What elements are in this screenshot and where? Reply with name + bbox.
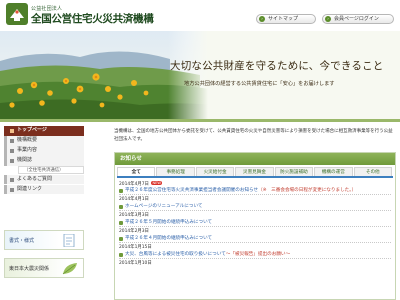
nav-item-business[interactable]: 事業内容	[4, 146, 84, 156]
arrow-square-icon	[119, 188, 123, 193]
nav-item-journal[interactable]: 機関誌	[4, 156, 84, 166]
org-name[interactable]: 全国公営住宅火災共済機構	[31, 11, 154, 26]
member-login-label: 会員ページログイン	[334, 16, 379, 22]
list-item: 2014年4月7日 NEW 平成２６年度公営住宅等火災共済事業担当者会議開催のお知…	[119, 181, 391, 195]
nav-item-label: 関連リンク	[17, 185, 43, 192]
square-bullet-icon	[10, 139, 14, 143]
emblem-icon[interactable]	[6, 3, 28, 25]
news-note: （※ 三番会会場の日程が変更になりました。）	[258, 188, 357, 193]
forms-banner-label: 書式・様式	[9, 238, 35, 244]
earthquake-banner-label: 東日本大震災関係	[9, 266, 50, 272]
square-bullet-icon	[10, 187, 14, 192]
tab-fire-benefit[interactable]: 火災給付金	[195, 167, 235, 176]
news-link[interactable]: ホームページのリニューアルについて	[119, 203, 391, 211]
list-item: 2014年1月10日	[119, 261, 391, 267]
news-panel: お知らせ 全て 事務処理 火災給付金 災害見舞金 防火施設補助 機構の運営 その…	[114, 152, 396, 300]
hero-banner: 大切な公共財産を守るために、今できること 地方公共団体の経営する公共賃貸住宅に「…	[0, 31, 400, 119]
nav-item-top[interactable]: トップページ	[4, 126, 84, 136]
nav-item-label: 事業内容	[17, 147, 38, 153]
news-title[interactable]: ホームページのリニューアルについて	[125, 204, 203, 209]
list-item: 2014年3月3日 平成２６年５月開始の継続申込みについて	[119, 213, 391, 227]
news-title[interactable]: 大災、台風等による被災住宅の取り扱いについて	[125, 252, 226, 257]
news-tabs: 全て 事務処理 火災給付金 災害見舞金 防火施設補助 機構の運営 その他	[117, 167, 393, 178]
hero-landscape-image	[0, 31, 400, 119]
news-link[interactable]: 大災、台風等による被災住宅の取り扱いについて〜「被災報告」提出のお願い〜	[119, 251, 391, 259]
hero-headline: 大切な公共財産を守るために、今できること	[170, 60, 384, 72]
nav-subitem-journal[interactable]: （全住宅共済通信）	[18, 166, 84, 174]
news-title[interactable]: 平成２６年４月開始の継続申込みについて	[125, 236, 212, 241]
arrow-square-icon	[119, 252, 123, 257]
nav-item-about[interactable]: 機構概要	[4, 136, 84, 146]
nav-item-label: 機関誌	[17, 157, 33, 163]
member-login-button[interactable]: › 会員ページログイン	[322, 14, 394, 24]
list-item: 2014年1月15日 大災、台風等による被災住宅の取り扱いについて〜「被災報告」…	[119, 245, 391, 259]
news-title[interactable]: 平成２６年５月開始の継続申込みについて	[125, 220, 212, 225]
square-bullet-icon	[10, 129, 14, 133]
sitemap-button[interactable]: › サイトマップ	[256, 14, 316, 24]
square-bullet-icon	[10, 149, 14, 153]
news-date: 2014年1月10日	[119, 261, 152, 266]
nav-item-faq[interactable]: よくあるご質問	[4, 174, 84, 184]
square-bullet-icon	[10, 177, 14, 182]
news-link[interactable]: 平成２６年５月開始の継続申込みについて	[119, 219, 391, 227]
arrow-square-icon	[119, 220, 123, 225]
tab-other[interactable]: その他	[353, 167, 392, 176]
tab-all[interactable]: 全て	[117, 167, 156, 176]
news-list: 2014年4月7日 NEW 平成２６年度公営住宅等火災共済事業担当者会議開催のお知…	[115, 178, 395, 267]
news-link[interactable]: 平成２６年度公営住宅等火災共済事業担当者会議開催のお知らせ（※ 三番会会場の日程…	[119, 187, 391, 195]
hero-subline: 地方公共団体の経営する公共賃貸住宅に「安心」をお届けします	[184, 81, 335, 87]
forms-banner[interactable]: 書式・様式	[4, 230, 84, 250]
arrow-square-icon	[119, 236, 123, 241]
new-badge: NEW	[150, 181, 163, 185]
news-title[interactable]: 平成２６年度公営住宅等火災共済事業担当者会議開催のお知らせ	[125, 188, 258, 193]
tab-fire-prevention[interactable]: 防火施設補助	[274, 167, 314, 176]
arrow-square-icon	[119, 204, 123, 209]
intro-text: 当機構は、全国の地方公共団体から委託を受けて、公共賃貸住宅の火災や自然災害等によ…	[114, 129, 393, 142]
side-navigation: トップページ 機構概要 事業内容 機関誌 （全住宅共済通信） よくあるご質問 関…	[4, 126, 84, 195]
tab-clerical[interactable]: 事務処理	[156, 167, 195, 176]
list-item: 2014年4月1日 ホームページのリニューアルについて	[119, 197, 391, 211]
earthquake-banner[interactable]: 東日本大震災関係	[4, 258, 84, 278]
square-bullet-icon	[10, 159, 14, 163]
sitemap-label: サイトマップ	[268, 16, 299, 22]
news-link[interactable]: 平成２６年４月開始の継続申込みについて	[119, 235, 391, 243]
arrow-circle-icon: ›	[259, 16, 265, 22]
document-icon	[63, 234, 75, 247]
news-note: 〜「被災報告」提出のお願い〜	[225, 252, 291, 257]
site-header: 公益社団法人 全国公営住宅火災共済機構 › サイトマップ › 会員ページログイン	[0, 0, 400, 30]
tab-disaster-aid[interactable]: 災害見舞金	[235, 167, 274, 176]
arrow-circle-icon: ›	[325, 16, 331, 22]
nav-item-links[interactable]: 関連リンク	[4, 184, 84, 194]
divider-band	[0, 119, 400, 122]
nav-item-label: トップページ	[17, 127, 47, 133]
nav-item-label: 機構概要	[17, 137, 38, 143]
news-heading: お知らせ	[115, 153, 395, 165]
list-item: 2014年2月3日 平成２６年４月開始の継続申込みについて	[119, 229, 391, 243]
tab-operation[interactable]: 機構の運営	[314, 167, 353, 176]
nav-item-label: よくあるご質問	[17, 175, 53, 182]
leaf-icon	[62, 263, 77, 275]
